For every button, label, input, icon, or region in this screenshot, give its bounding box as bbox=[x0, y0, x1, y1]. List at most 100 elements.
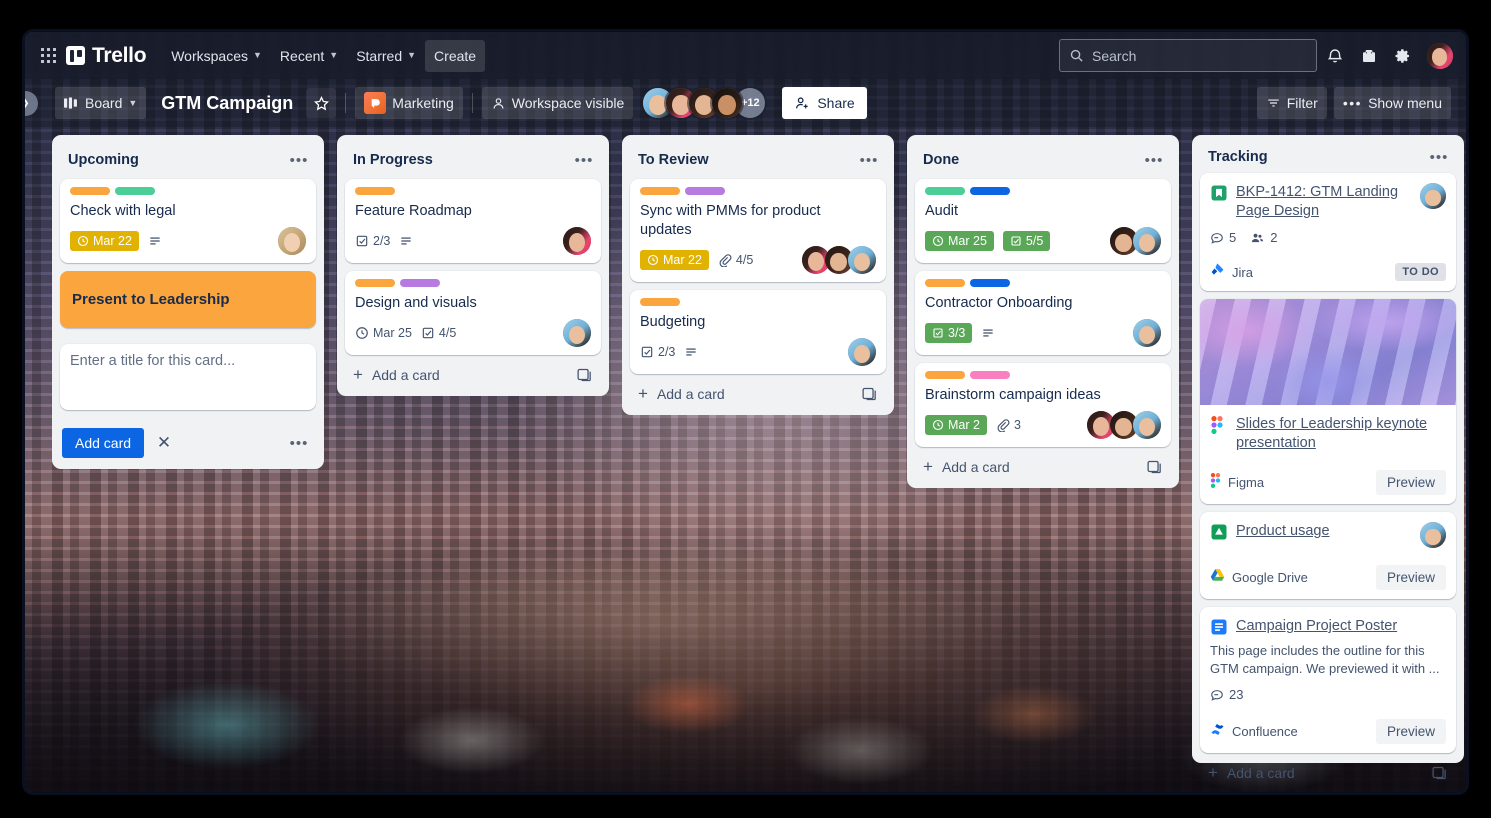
workspace-badge[interactable]: Marketing bbox=[355, 87, 463, 119]
label-orange[interactable] bbox=[355, 187, 395, 195]
avatar[interactable] bbox=[1133, 411, 1161, 439]
label-blue[interactable] bbox=[970, 187, 1010, 195]
label-purple[interactable] bbox=[400, 279, 440, 287]
trello-logo[interactable]: Trello bbox=[66, 44, 147, 68]
preview-button[interactable]: Preview bbox=[1375, 719, 1446, 744]
label-blue[interactable] bbox=[970, 279, 1010, 287]
card-badges: Mar 25 4/5 bbox=[355, 319, 591, 347]
checklist-badge[interactable]: 5/5 bbox=[1002, 231, 1051, 251]
page-title[interactable]: GTM Campaign bbox=[153, 93, 299, 114]
avatar[interactable] bbox=[848, 246, 876, 274]
search-input[interactable]: Search bbox=[1059, 39, 1317, 72]
gear-icon[interactable] bbox=[1387, 40, 1419, 72]
card-design-and-visuals[interactable]: Design and visuals Mar 25 4/5 bbox=[345, 271, 601, 355]
provider-name: Jira bbox=[1232, 264, 1253, 280]
close-icon[interactable]: ✕ bbox=[148, 427, 180, 459]
list-title[interactable]: To Review bbox=[638, 152, 856, 168]
label-purple[interactable] bbox=[685, 187, 725, 195]
list-title[interactable]: Upcoming bbox=[68, 152, 286, 168]
label-orange[interactable] bbox=[640, 298, 680, 306]
card-contractor-onboarding[interactable]: Contractor Onboarding 3/3 bbox=[915, 271, 1171, 355]
card-template-icon[interactable] bbox=[1431, 764, 1448, 781]
show-menu-button[interactable]: ••• Show menu bbox=[1333, 87, 1451, 119]
card-template-icon[interactable] bbox=[861, 385, 878, 402]
due-date-badge[interactable]: Mar 22 bbox=[70, 231, 139, 251]
card-present-to-leadership[interactable]: Present to Leadership bbox=[60, 271, 316, 328]
card-brainstorm-campaign-ideas[interactable]: Brainstorm campaign ideas Mar 2 3 bbox=[915, 363, 1171, 447]
add-a-card-to-review[interactable]: + Add a card bbox=[630, 376, 886, 407]
avatar[interactable] bbox=[563, 227, 591, 255]
visibility-label: Workspace visible bbox=[511, 95, 625, 111]
add-a-card-done[interactable]: + Add a card bbox=[915, 449, 1171, 480]
preview-button[interactable]: Preview bbox=[1375, 470, 1446, 495]
list-actions-icon[interactable]: ••• bbox=[856, 147, 882, 173]
notifications-bell-icon[interactable] bbox=[1319, 40, 1351, 72]
label-orange[interactable] bbox=[925, 371, 965, 379]
apps-grid-icon[interactable] bbox=[36, 44, 60, 68]
add-a-card-upcoming[interactable]: + Add a card bbox=[345, 357, 601, 388]
checklist-badge[interactable]: 3/3 bbox=[925, 323, 973, 343]
label-pink[interactable] bbox=[970, 371, 1010, 379]
avatar[interactable] bbox=[1133, 319, 1161, 347]
create-button[interactable]: Create bbox=[425, 39, 486, 72]
label-orange[interactable] bbox=[355, 279, 395, 287]
smart-card-figma-slides[interactable]: Slides for Leadership keynote presentati… bbox=[1200, 299, 1456, 504]
smart-card-title[interactable]: Product usage bbox=[1236, 522, 1412, 541]
avatar[interactable] bbox=[278, 227, 306, 255]
avatar[interactable] bbox=[1420, 183, 1446, 209]
avatar[interactable] bbox=[712, 88, 743, 118]
list-title[interactable]: Done bbox=[923, 152, 1141, 168]
card-sync-with-pmms[interactable]: Sync with PMMs for product updates Mar 2… bbox=[630, 179, 886, 282]
composer-options-icon[interactable]: ••• bbox=[284, 428, 314, 458]
briefcase-icon[interactable] bbox=[1353, 40, 1385, 72]
card-check-with-legal[interactable]: Check with legal Mar 22 bbox=[60, 179, 316, 263]
avatar[interactable] bbox=[848, 338, 876, 366]
share-button[interactable]: Share bbox=[782, 87, 867, 119]
smart-card-confluence[interactable]: Campaign Project Poster This page includ… bbox=[1200, 607, 1456, 753]
board-view-switcher[interactable]: Board ▼ bbox=[55, 87, 147, 119]
avatar[interactable] bbox=[1427, 42, 1453, 69]
smart-card-title[interactable]: Slides for Leadership keynote presentati… bbox=[1236, 415, 1446, 453]
chevron-right-icon[interactable]: ❯ bbox=[25, 91, 38, 116]
due-date-badge[interactable]: Mar 22 bbox=[640, 250, 709, 270]
plus-icon: + bbox=[923, 456, 933, 476]
filter-button[interactable]: Filter bbox=[1256, 87, 1327, 119]
list-actions-icon[interactable]: ••• bbox=[1426, 144, 1452, 170]
card-members bbox=[1133, 319, 1161, 347]
card-feature-roadmap[interactable]: Feature Roadmap 2/3 bbox=[345, 179, 601, 263]
visibility-button[interactable]: Workspace visible bbox=[481, 87, 634, 119]
avatar[interactable] bbox=[1133, 227, 1161, 255]
smart-card-title[interactable]: BKP-1412: GTM Landing Page Design bbox=[1236, 183, 1412, 221]
label-orange[interactable] bbox=[925, 279, 965, 287]
list-actions-icon[interactable]: ••• bbox=[1141, 147, 1167, 173]
new-card-title-input[interactable] bbox=[60, 344, 316, 410]
avatar[interactable] bbox=[563, 319, 591, 347]
add-a-card-tracking[interactable]: + Add a card bbox=[1200, 755, 1456, 786]
card-template-icon[interactable] bbox=[1146, 458, 1163, 475]
list-title[interactable]: In Progress bbox=[353, 152, 571, 168]
nav-item-workspaces[interactable]: Workspaces ▼ bbox=[162, 40, 271, 72]
list-actions-icon[interactable]: ••• bbox=[286, 147, 312, 173]
smart-card-jira-issue[interactable]: BKP-1412: GTM Landing Page Design 5 2 Ji… bbox=[1200, 173, 1456, 291]
card-budgeting[interactable]: Budgeting 2/3 bbox=[630, 290, 886, 374]
smart-card-google-drive[interactable]: Product usage Google Drive Preview bbox=[1200, 512, 1456, 599]
due-date-badge[interactable]: Mar 2 bbox=[925, 415, 987, 435]
card-audit[interactable]: Audit Mar 25 5/5 bbox=[915, 179, 1171, 263]
avatar[interactable] bbox=[1420, 522, 1446, 548]
nav-item-recent[interactable]: Recent ▼ bbox=[271, 40, 347, 72]
card-template-icon[interactable] bbox=[576, 366, 593, 383]
list-header: Done ••• bbox=[915, 143, 1171, 177]
preview-button[interactable]: Preview bbox=[1375, 565, 1446, 590]
nav-item-starred[interactable]: Starred ▼ bbox=[347, 40, 425, 72]
due-date-badge[interactable]: Mar 25 bbox=[925, 231, 994, 251]
smart-card-title[interactable]: Campaign Project Poster bbox=[1236, 617, 1446, 636]
list-actions-icon[interactable]: ••• bbox=[571, 147, 597, 173]
label-green[interactable] bbox=[925, 187, 965, 195]
label-orange[interactable] bbox=[70, 187, 110, 195]
label-green[interactable] bbox=[115, 187, 155, 195]
list-title[interactable]: Tracking bbox=[1208, 149, 1426, 165]
star-icon[interactable] bbox=[306, 88, 337, 118]
add-card-button[interactable]: Add card bbox=[62, 428, 145, 458]
list-tracking: Tracking ••• BKP-1412: GTM Landing Page … bbox=[1192, 135, 1464, 781]
label-orange[interactable] bbox=[640, 187, 680, 195]
